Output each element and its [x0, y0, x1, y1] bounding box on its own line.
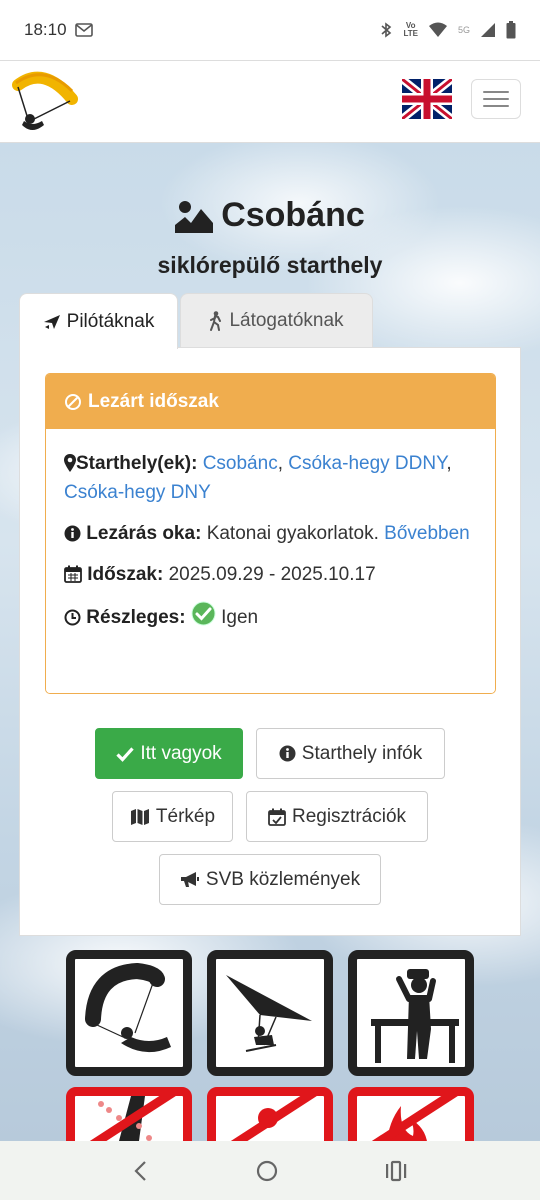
system-navigation-bar: [0, 1141, 540, 1200]
period-row: Időszak: 2025.09.29 - 2025.10.17: [64, 560, 477, 589]
network-label: 5G: [457, 25, 470, 35]
hamburger-icon-line: [483, 98, 509, 100]
info-circle-icon: [279, 745, 296, 762]
home-icon[interactable]: [255, 1159, 279, 1183]
back-icon[interactable]: [132, 1160, 150, 1182]
bluetooth-icon: [381, 22, 392, 38]
status-right: Vo LTE 5G: [379, 21, 516, 39]
closure-alert-card: Lezárt időszak Starthely(ek): Csobánc, C…: [45, 373, 496, 694]
plane-icon: [43, 314, 60, 329]
gmail-icon: [74, 23, 93, 37]
menu-toggle-button[interactable]: [471, 79, 521, 119]
info-circle-icon: [64, 525, 81, 542]
site-link-csoka-dny[interactable]: Csóka-hegy DNY: [64, 482, 211, 503]
ban-icon: [65, 393, 81, 410]
page-title: Csobánc: [0, 196, 540, 235]
map-button[interactable]: Térkép: [112, 791, 233, 842]
tab-pilots[interactable]: Pilótáknak: [19, 293, 178, 349]
reason-row: Lezárás oka: Katonai gyakorlatok. Bővebb…: [64, 519, 477, 548]
registrations-button[interactable]: Regisztrációk: [246, 791, 428, 842]
page-subtitle: siklórepülő starthely: [157, 252, 383, 278]
calendar-icon: [64, 565, 82, 583]
calendar-check-icon: [268, 808, 286, 826]
status-bar: 18:10 Vo LTE 5G: [0, 0, 540, 60]
status-left: 18:10: [24, 20, 93, 40]
bullhorn-icon: [180, 871, 199, 887]
paraglider-sign-icon: [66, 950, 192, 1076]
alert-body: Starthely(ek): Csobánc, Csóka-hegy DDNY,…: [46, 429, 495, 693]
site-link-csoka-ddny[interactable]: Csóka-hegy DDNY: [288, 453, 446, 474]
check-mark-icon: [191, 601, 216, 626]
viewpoint-sign-icon: [348, 950, 474, 1076]
recent-apps-icon[interactable]: [384, 1160, 408, 1182]
alert-header: Lezárt időszak: [46, 374, 495, 429]
hamburger-icon-line: [483, 91, 509, 93]
more-info-link[interactable]: Bővebben: [384, 523, 470, 544]
clock-icon: [64, 609, 81, 626]
map-marker-icon: [64, 454, 76, 472]
walking-icon: [210, 311, 222, 331]
tab-visitors[interactable]: Látogatóknak: [180, 293, 373, 348]
landscape-icon: [175, 200, 214, 233]
svb-notices-button[interactable]: SVB közlemények: [159, 854, 381, 905]
site-link-csobanc[interactable]: Csobánc: [203, 453, 278, 474]
wifi-icon: [428, 22, 447, 37]
navbar: [0, 60, 540, 143]
hamburger-icon-line: [483, 105, 509, 107]
i-am-here-button[interactable]: Itt vagyok: [95, 728, 243, 779]
check-icon: [116, 746, 135, 762]
english-flag-icon[interactable]: [402, 79, 452, 119]
status-time: 18:10: [24, 20, 67, 39]
logo-icon[interactable]: [10, 69, 78, 137]
battery-icon: [506, 21, 516, 39]
signal-icon: [481, 23, 495, 37]
map-icon: [130, 808, 149, 825]
partial-row: Részleges: Igen: [64, 601, 477, 632]
sites-row: Starthely(ek): Csobánc, Csóka-hegy DDNY,…: [64, 453, 452, 503]
site-info-button[interactable]: Starthely infók: [256, 728, 445, 779]
volte-indicator: Vo LTE: [403, 21, 418, 38]
hang-glider-sign-icon: [207, 950, 333, 1076]
